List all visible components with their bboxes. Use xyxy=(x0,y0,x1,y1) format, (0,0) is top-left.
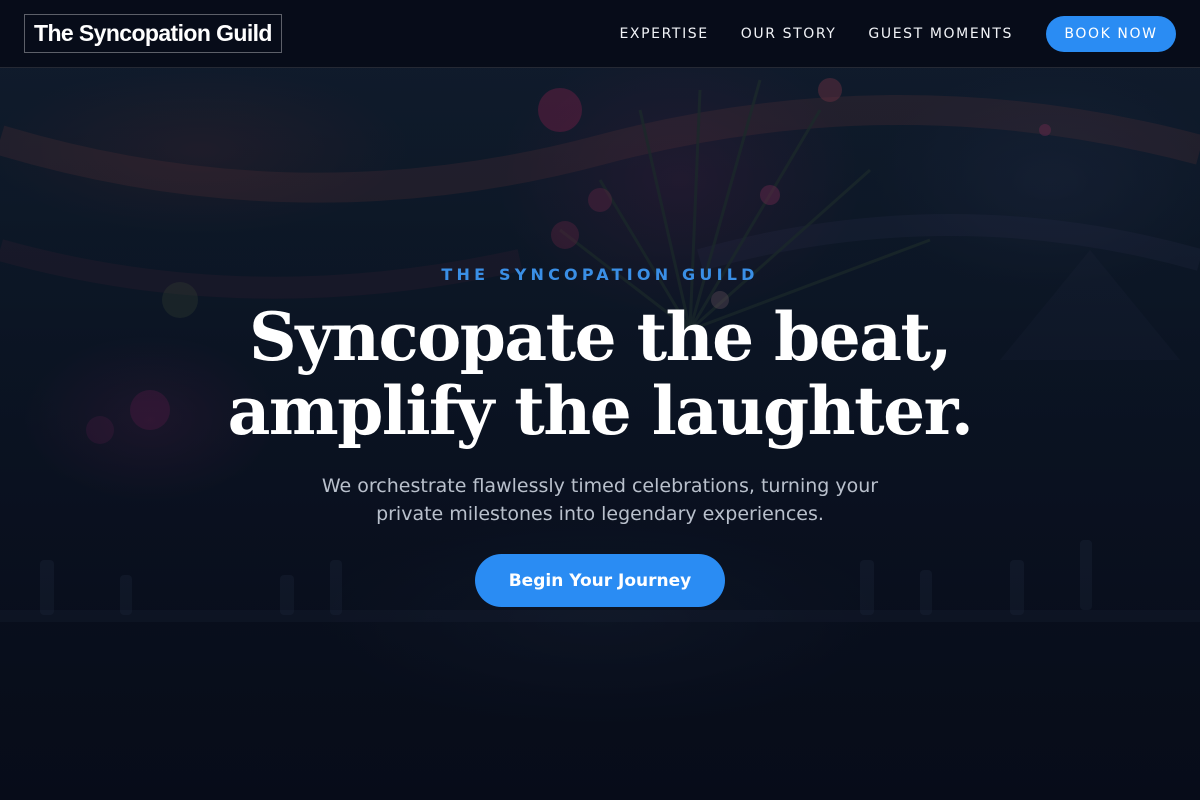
nav-link-expertise[interactable]: EXPERTISE xyxy=(619,26,708,42)
nav-link-our-story[interactable]: OUR STORY xyxy=(741,26,837,42)
site-header: The Syncopation Guild EXPERTISE OUR STOR… xyxy=(0,0,1200,68)
hero-subheading: We orchestrate flawlessly timed celebrat… xyxy=(321,475,879,525)
hero-headline-line-2: amplify the laughter. xyxy=(227,372,974,450)
main-nav: EXPERTISE OUR STORY GUEST MOMENTS BOOK N… xyxy=(619,15,1176,52)
site-logo[interactable]: The Syncopation Guild xyxy=(24,14,282,53)
hero-headline: Syncopate the beat, amplify the laughter… xyxy=(0,300,1200,448)
begin-journey-button[interactable]: Begin Your Journey xyxy=(475,554,725,607)
book-now-button[interactable]: BOOK NOW xyxy=(1046,15,1176,52)
hero-eyebrow: THE SYNCOPATION GUILD xyxy=(441,265,759,284)
hero-headline-line-1: Syncopate the beat, xyxy=(249,298,952,376)
hero-section: THE SYNCOPATION GUILD Syncopate the beat… xyxy=(0,0,1200,800)
nav-link-guest-moments[interactable]: GUEST MOMENTS xyxy=(868,26,1013,42)
